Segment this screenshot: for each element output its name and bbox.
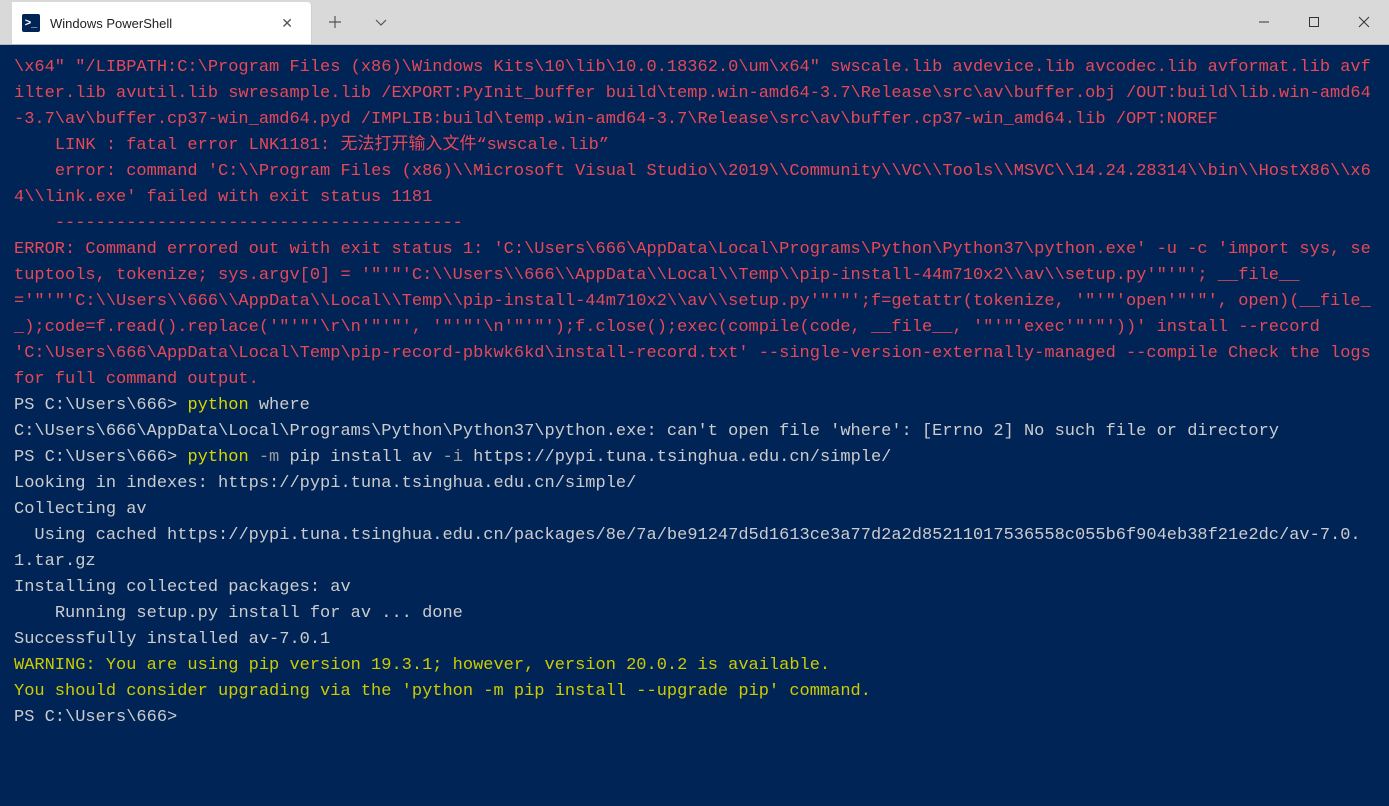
titlebar-drag-area[interactable] (404, 0, 1239, 44)
tab-title: Windows PowerShell (50, 16, 267, 31)
output-line: Running setup.py install for av ... done (14, 604, 463, 623)
error-line: ERROR: Command errored out with exit sta… (14, 240, 1381, 389)
prompt: PS C:\Users\666> (14, 448, 187, 467)
prompt: PS C:\Users\666> (14, 708, 177, 727)
chevron-down-icon (374, 15, 388, 29)
command-flag: -i (443, 448, 463, 467)
output-line: Looking in indexes: https://pypi.tuna.ts… (14, 474, 636, 493)
command-flag: -m (249, 448, 280, 467)
minimize-button[interactable] (1239, 0, 1289, 44)
output-line: Installing collected packages: av (14, 578, 351, 597)
window-controls (1239, 0, 1389, 44)
command-keyword: python (187, 396, 248, 415)
tab-dropdown-button[interactable] (358, 0, 404, 44)
error-line: error: command 'C:\\Program Files (x86)\… (14, 162, 1371, 207)
close-icon (1358, 16, 1370, 28)
titlebar: >_ Windows PowerShell ✕ (0, 0, 1389, 45)
tab-powershell[interactable]: >_ Windows PowerShell ✕ (12, 2, 312, 44)
error-line: \x64" "/LIBPATH:C:\Program Files (x86)\W… (14, 58, 1371, 129)
warning-line: You should consider upgrading via the 'p… (14, 682, 871, 701)
command-arg: https://pypi.tuna.tsinghua.edu.cn/simple… (463, 448, 891, 467)
output-line: Using cached https://pypi.tuna.tsinghua.… (14, 526, 1361, 571)
warning-line: WARNING: You are using pip version 19.3.… (14, 656, 830, 675)
error-line: ---------------------------------------- (14, 214, 463, 233)
powershell-icon: >_ (22, 14, 40, 32)
output-line: Successfully installed av-7.0.1 (14, 630, 330, 649)
terminal-output[interactable]: \x64" "/LIBPATH:C:\Program Files (x86)\W… (0, 45, 1389, 806)
close-button[interactable] (1339, 0, 1389, 44)
command-keyword: python (187, 448, 248, 467)
output-line: C:\Users\666\AppData\Local\Programs\Pyth… (14, 422, 1279, 441)
prompt: PS C:\Users\666> (14, 396, 187, 415)
tab-close-button[interactable]: ✕ (277, 11, 297, 36)
command-arg: pip install av (279, 448, 442, 467)
maximize-button[interactable] (1289, 0, 1339, 44)
plus-icon (328, 15, 342, 29)
new-tab-button[interactable] (312, 0, 358, 44)
error-line: LINK : fatal error LNK1181: 无法打开输入文件“sws… (14, 136, 609, 155)
command-arg: where (249, 396, 310, 415)
minimize-icon (1258, 16, 1270, 28)
output-line: Collecting av (14, 500, 147, 519)
maximize-icon (1308, 16, 1320, 28)
